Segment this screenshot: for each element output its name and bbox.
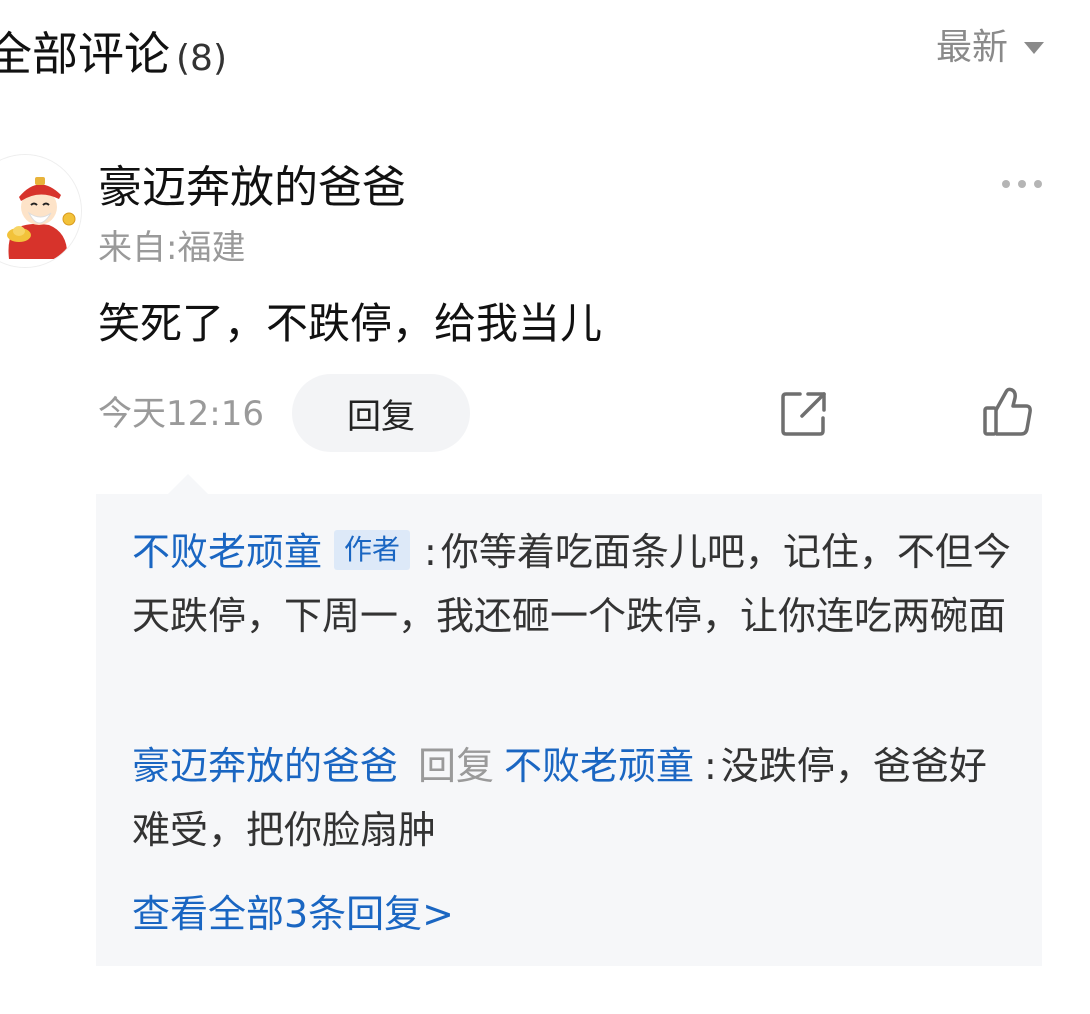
reply-author-name[interactable]: 豪迈奔放的爸爸 xyxy=(132,744,398,788)
comment-username[interactable]: 豪迈奔放的爸爸 xyxy=(98,158,406,218)
comments-title: 全部评论 xyxy=(0,27,170,81)
sort-dropdown[interactable]: 最新 xyxy=(936,26,1044,70)
share-icon[interactable] xyxy=(778,388,830,440)
comment-text: 笑死了，不跌停，给我当儿 xyxy=(98,299,603,348)
comments-header: 全部评论 (8) xyxy=(0,22,227,91)
reply-to-label: 回复 xyxy=(418,744,495,788)
comments-page: 全部评论 (8) 最新 豪迈奔放的爸爸 来自:福建 笑死了，不跌停，给我当儿 今… xyxy=(0,0,1090,1014)
reply-item: 不败老顽童 作者: 你等着吃面条儿吧，记住，不但今天跌停，下周一，我还砸一个跌停，让… xyxy=(132,520,1022,648)
more-horizontal-icon[interactable] xyxy=(1002,180,1042,188)
reply-target-name[interactable]: 不败老顽童 xyxy=(504,744,694,788)
reply-separator: : xyxy=(704,744,717,788)
reply-button[interactable]: 回复 xyxy=(292,374,470,452)
reply-author-name[interactable]: 不败老顽童 xyxy=(132,530,322,574)
reply-separator: : xyxy=(424,530,437,574)
comment-time: 今天12:16 xyxy=(98,394,264,434)
reply-item: 豪迈奔放的爸爸 回复 不败老顽童: 没跌停，爸爸好难受，把你脸扇肿 xyxy=(132,734,1022,862)
comments-count: (8) xyxy=(176,38,227,79)
author-badge: 作者 xyxy=(334,530,411,570)
sort-label: 最新 xyxy=(935,27,1008,68)
reply-box-pointer xyxy=(168,474,208,494)
view-all-replies-link[interactable]: 查看全部3条回复> xyxy=(132,884,454,944)
thumbs-up-icon[interactable] xyxy=(980,384,1036,440)
avatar-image xyxy=(0,155,81,267)
caret-down-icon xyxy=(1024,42,1044,54)
comment-location: 来自:福建 xyxy=(98,228,246,268)
avatar[interactable] xyxy=(0,154,82,268)
